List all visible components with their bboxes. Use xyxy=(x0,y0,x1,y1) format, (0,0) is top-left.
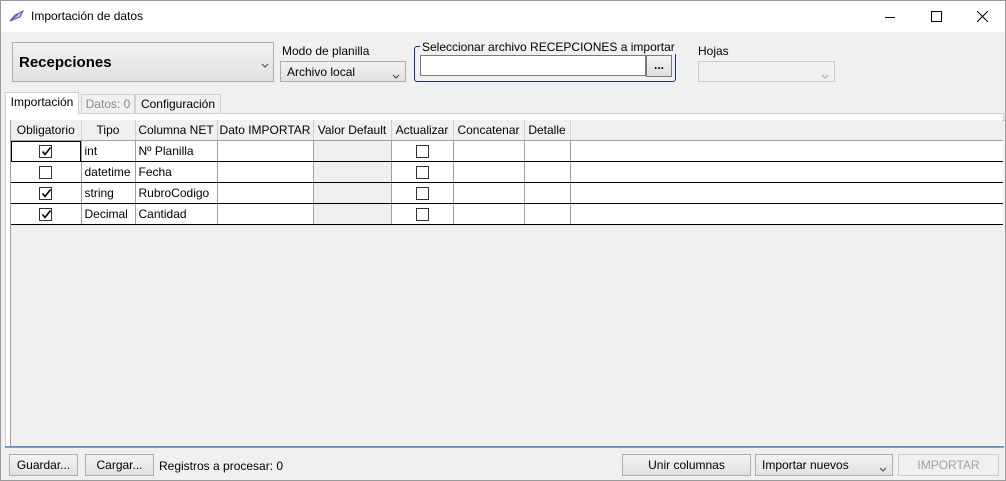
actualizar-cell[interactable] xyxy=(391,182,454,204)
dato-importar-cell[interactable] xyxy=(217,203,314,225)
mapping-table[interactable]: Obligatorio Tipo Columna NET Dato IMPORT… xyxy=(11,120,1003,225)
valor-default-cell[interactable] xyxy=(313,140,392,162)
row-filler xyxy=(570,140,1003,162)
import-button[interactable]: IMPORTAR xyxy=(898,454,999,476)
maximize-icon xyxy=(930,11,942,22)
records-status: Registros a procesar: 0 xyxy=(159,459,284,473)
column-header[interactable]: Concatenar xyxy=(453,120,525,141)
dato-importar-cell[interactable] xyxy=(217,140,314,162)
browse-file-button[interactable]: ... xyxy=(646,55,672,77)
valor-default-cell[interactable] xyxy=(313,182,392,204)
actualizar-cell[interactable] xyxy=(391,140,454,162)
tipo-cell[interactable]: string xyxy=(81,182,136,204)
sheet-mode-value: Archivo local xyxy=(287,65,356,79)
chevron-down-icon xyxy=(879,462,887,476)
minimize-button[interactable] xyxy=(867,1,913,32)
dato-importar-cell[interactable] xyxy=(217,182,314,204)
table-row[interactable]: datetime Fecha xyxy=(11,161,1003,183)
column-header[interactable]: Valor Default xyxy=(313,120,392,141)
obligatorio-cell[interactable] xyxy=(11,182,82,204)
tab-configuracion[interactable]: Configuración xyxy=(135,94,221,114)
tipo-cell[interactable]: int xyxy=(81,140,136,162)
header-filler xyxy=(570,120,1003,141)
detalle-cell[interactable] xyxy=(524,203,571,225)
tipo-cell[interactable]: datetime xyxy=(81,161,136,183)
columna-net-cell[interactable]: Cantidad xyxy=(135,203,218,225)
column-header[interactable]: Detalle xyxy=(524,120,571,141)
window-title: Importación de datos xyxy=(31,9,144,23)
import-window: Importación de datos Recepciones Modo de… xyxy=(0,0,1006,481)
load-button[interactable]: Cargar... xyxy=(85,454,154,476)
grid-bottom-border xyxy=(5,446,1004,448)
file-path-input[interactable] xyxy=(420,55,646,76)
column-header[interactable]: Dato IMPORTAR xyxy=(217,120,314,141)
detalle-cell[interactable] xyxy=(524,182,571,204)
detalle-cell[interactable] xyxy=(524,161,571,183)
checkbox-unchecked[interactable] xyxy=(415,166,429,180)
save-button[interactable]: Guardar... xyxy=(9,454,78,476)
checkbox-unchecked[interactable] xyxy=(39,166,53,180)
close-button[interactable] xyxy=(959,1,1005,32)
chevron-down-icon xyxy=(261,58,269,72)
import-mode-value: Importar nuevos xyxy=(762,458,849,472)
checkbox-unchecked[interactable] xyxy=(415,208,429,222)
valor-default-cell[interactable] xyxy=(313,203,392,225)
sheet-mode-dropdown[interactable]: Archivo local xyxy=(280,61,406,82)
actualizar-cell[interactable] xyxy=(391,203,454,225)
tipo-cell[interactable]: Decimal xyxy=(81,203,136,225)
minimize-icon xyxy=(885,16,895,18)
table-row[interactable]: string RubroCodigo xyxy=(11,182,1003,204)
detalle-cell[interactable] xyxy=(524,140,571,162)
row-filler xyxy=(570,182,1003,204)
chevron-down-icon xyxy=(821,69,829,83)
pen-feather-icon xyxy=(9,9,25,23)
tab-datos[interactable]: Datos: 0 xyxy=(81,94,135,114)
file-select-legend: Seleccionar archivo RECEPCIONES a import… xyxy=(420,40,677,54)
columna-net-cell[interactable]: RubroCodigo xyxy=(135,182,218,204)
concatenar-cell[interactable] xyxy=(453,140,525,162)
checkbox-checked[interactable] xyxy=(39,145,53,159)
concatenar-cell[interactable] xyxy=(453,182,525,204)
dato-importar-cell[interactable] xyxy=(217,161,314,183)
row-filler xyxy=(570,161,1003,183)
column-header[interactable]: Tipo xyxy=(81,120,136,141)
columna-net-cell[interactable]: Fecha xyxy=(135,161,218,183)
actualizar-cell[interactable] xyxy=(391,161,454,183)
checkbox-checked[interactable] xyxy=(39,187,53,201)
chevron-down-icon xyxy=(392,69,400,83)
import-mode-dropdown[interactable]: Importar nuevos xyxy=(755,454,893,476)
close-icon xyxy=(976,11,988,22)
concatenar-cell[interactable] xyxy=(453,161,525,183)
obligatorio-cell[interactable] xyxy=(11,140,82,162)
maximize-button[interactable] xyxy=(913,1,959,32)
obligatorio-cell[interactable] xyxy=(11,161,82,183)
columna-net-cell[interactable]: Nº Planilla xyxy=(135,140,218,162)
sheet-mode-label: Modo de planilla xyxy=(282,44,370,58)
import-type-dropdown[interactable]: Recepciones xyxy=(12,42,274,82)
column-header[interactable]: Actualizar xyxy=(391,120,454,141)
obligatorio-cell[interactable] xyxy=(11,203,82,225)
title-bar[interactable]: Importación de datos xyxy=(1,1,1005,32)
tab-importacion[interactable]: Importación xyxy=(5,92,79,115)
sheets-label: Hojas xyxy=(698,44,729,58)
checkbox-unchecked[interactable] xyxy=(415,145,429,159)
table-row[interactable]: Decimal Cantidad xyxy=(11,203,1003,225)
valor-default-cell[interactable] xyxy=(313,161,392,183)
checkbox-unchecked[interactable] xyxy=(415,187,429,201)
sheets-dropdown[interactable] xyxy=(698,61,835,82)
column-header[interactable]: Obligatorio xyxy=(11,120,82,141)
concatenar-cell[interactable] xyxy=(453,203,525,225)
checkbox-checked[interactable] xyxy=(39,208,53,222)
table-row[interactable]: int Nº Planilla xyxy=(11,140,1003,162)
merge-columns-button[interactable]: Unir columnas xyxy=(622,454,751,476)
import-type-value: Recepciones xyxy=(19,54,112,71)
table-header-row: Obligatorio Tipo Columna NET Dato IMPORT… xyxy=(11,120,1003,141)
column-header[interactable]: Columna NET xyxy=(135,120,218,141)
row-filler xyxy=(570,203,1003,225)
